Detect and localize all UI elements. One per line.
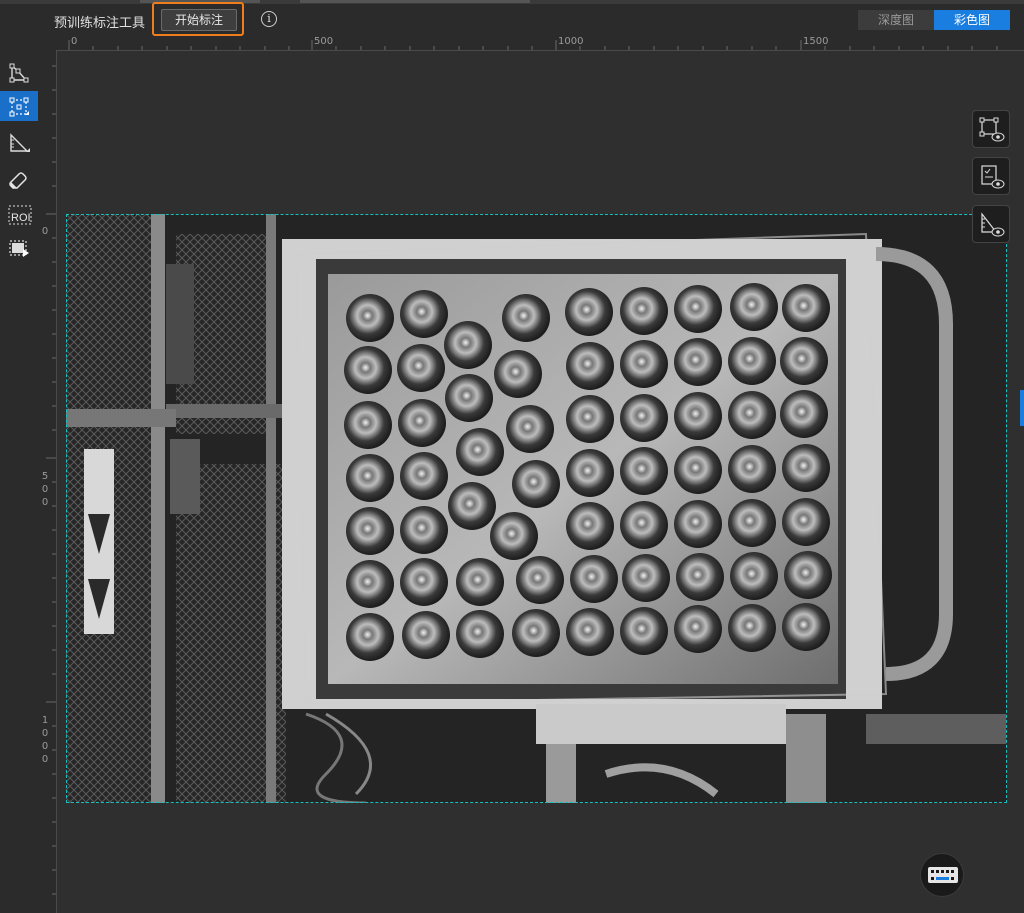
- toggle-label-visibility-button[interactable]: [972, 157, 1010, 195]
- node-edit-tool-icon: [9, 97, 29, 117]
- ruler-top-label: 1000: [558, 36, 584, 47]
- start-button-highlight: 开始标注: [152, 2, 244, 36]
- toggle-region-visibility-button[interactable]: [972, 205, 1010, 243]
- label-list-eye-icon: [981, 165, 1005, 189]
- ruler-top-label: 0: [71, 36, 78, 47]
- ruler-top-label: 500: [314, 36, 334, 47]
- tab-depth-map[interactable]: 深度图: [858, 10, 934, 30]
- left-toolbar: ROI: [0, 36, 41, 913]
- roi-tool-label: ROI: [11, 212, 31, 224]
- polygon-tool-icon: [9, 63, 29, 83]
- roi-tool-button[interactable]: ROI: [0, 199, 38, 229]
- node-edit-tool-button[interactable]: [0, 91, 38, 121]
- view-tabs: 深度图 彩色图: [858, 10, 1010, 30]
- ruler-top-ticks: [68, 40, 998, 50]
- start-annotation-button[interactable]: 开始标注: [161, 9, 237, 31]
- ruler-angle-tool-icon: [10, 133, 30, 152]
- info-icon[interactable]: i: [261, 11, 277, 27]
- eraser-tool-button[interactable]: [0, 163, 38, 193]
- top-strip-segment: [300, 0, 530, 3]
- polygon-eye-icon: [979, 117, 1005, 142]
- ruler-left-label: 1000: [41, 715, 49, 765]
- region-eye-icon: [981, 212, 1005, 237]
- polygon-tool-button[interactable]: [0, 57, 38, 87]
- play-region-tool-button[interactable]: [0, 232, 38, 262]
- ruler-left-label: 500: [41, 471, 49, 508]
- keyboard-icon: [928, 867, 958, 883]
- right-edge-scroll-marker[interactable]: [1020, 390, 1024, 426]
- ruler-top-label: 1500: [803, 36, 829, 47]
- toggle-polygon-visibility-button[interactable]: [972, 110, 1010, 148]
- play-region-tool-icon: [9, 240, 29, 257]
- header-bar: 预训练标注工具 开始标注 i 深度图 彩色图: [40, 2, 1024, 36]
- ruler-top: 0 500 1000 1500: [56, 36, 1024, 51]
- roi-tool-icon: ROI: [8, 205, 32, 225]
- keyboard-shortcuts-button[interactable]: [920, 853, 964, 897]
- tool-title: 预训练标注工具: [54, 16, 146, 31]
- camera-image[interactable]: [66, 214, 1007, 803]
- eraser-tool-icon: [9, 172, 27, 189]
- ruler-angle-tool-button[interactable]: [0, 127, 38, 157]
- ruler-left-label: 0: [41, 226, 49, 237]
- tab-color-map[interactable]: 彩色图: [934, 10, 1010, 30]
- ruler-corner: [40, 36, 56, 50]
- tray-image-drawing: [66, 214, 1007, 803]
- ruler-left: 0 500 1000: [40, 50, 57, 913]
